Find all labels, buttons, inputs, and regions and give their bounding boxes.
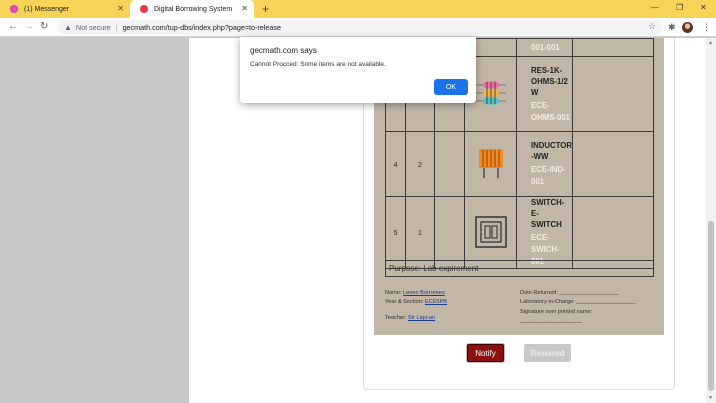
warning-icon: ▲ [64, 23, 72, 32]
item-code: 001-001 [531, 42, 560, 52]
address-bar[interactable]: ▲ Not secure | gecmath.com/tup-dbs/index… [58, 20, 662, 35]
item-name: SWITCH-E- [531, 198, 565, 218]
back-icon[interactable]: ← [8, 20, 18, 34]
signature-line: ____________________ [520, 318, 583, 324]
avatar[interactable] [682, 22, 693, 33]
dialog-message: Cannot Procced: Some items are not avail… [250, 61, 386, 68]
scroll-down-icon[interactable]: ▼ [708, 395, 713, 401]
window-close-icon[interactable]: ✕ [700, 2, 707, 14]
item-code: 001 [531, 177, 545, 186]
forward-icon[interactable]: → [24, 20, 34, 34]
item-name: INDUCTOR [531, 141, 573, 150]
resistor-icon [475, 81, 506, 105]
restore-icon[interactable]: ❐ [676, 2, 683, 14]
table-row: 4 2 INDUCTOR -WW ECE-IND- 001 [385, 131, 654, 197]
item-code: ECE- [531, 100, 550, 110]
dialog-title: gecmath.com says [250, 46, 317, 55]
item-name: W [531, 87, 539, 97]
divider: | [115, 23, 118, 32]
item-name: OHMS-1/2 [531, 76, 568, 86]
scrollbar[interactable]: ▲ ▼ [706, 38, 716, 403]
item-name: SWITCH [531, 220, 562, 229]
minimize-icon[interactable]: — [651, 2, 659, 14]
date-returned-field: Date Returned: ___________________ [520, 290, 619, 296]
notify-button[interactable]: Notify [467, 344, 504, 362]
teacher-name: Sir Lapi-an [408, 315, 436, 321]
tab-strip: (1) Messenger ✕ Digital Borrowing System… [0, 0, 716, 18]
switch-icon [474, 215, 507, 248]
item-number: 5 [385, 196, 406, 269]
year-section: ECE5PB [424, 299, 447, 305]
item-code: ECE-IND- [531, 165, 566, 174]
scroll-thumb[interactable] [708, 221, 714, 391]
scroll-up-icon[interactable]: ▲ [708, 40, 713, 46]
table-row: 5 1 SWITCH-E- SWITCH ECE- SWICH-001 [385, 196, 654, 269]
browser-toolbar: ← → ↻ ▲ Not secure | gecmath.com/tup-dbs… [0, 18, 716, 37]
item-name: -WW [531, 152, 549, 161]
item-quantity: 2 [405, 131, 435, 197]
bookmark-star-icon[interactable]: ☆ [648, 21, 656, 32]
teacher-label: Teacher: [385, 315, 407, 321]
item-number: 4 [385, 131, 406, 197]
url-text: gecmath.com/tup-dbs/index.php?page=to-re… [122, 23, 281, 32]
close-icon[interactable]: ✕ [117, 4, 124, 14]
item-quantity: 1 [405, 196, 435, 269]
tab-title: (1) Messenger [24, 5, 70, 13]
tab-messenger[interactable]: (1) Messenger ✕ [0, 0, 130, 18]
close-icon[interactable]: ✕ [241, 4, 248, 14]
tab-digital-borrowing[interactable]: Digital Borrowing System ✕ [130, 0, 254, 18]
item-name: RES-1K- [531, 65, 563, 75]
security-label: Not secure [75, 23, 111, 32]
tab-title: Digital Borrowing System [154, 5, 233, 13]
messenger-icon [10, 5, 18, 13]
borrower-name: Lenen Borromeo [403, 290, 445, 296]
item-code: ECE- [531, 233, 550, 242]
site-icon [140, 5, 148, 13]
reload-icon[interactable]: ↻ [40, 20, 48, 34]
year-section-line: Year & Section: ECE5PB [385, 299, 447, 306]
teacher-line: Teacher: Sir Lapi-an [385, 315, 435, 322]
item-code: OHMS-001 [531, 112, 570, 122]
lab-in-charge-field: Laboratory-in-Charge: __________________… [520, 299, 636, 305]
year-section-label: Year & Section: [385, 299, 424, 305]
menu-icon[interactable]: ⋮ [702, 21, 711, 33]
extensions-icon[interactable]: ✱ [668, 21, 676, 33]
purpose-text: Purpose: Lab expirement [385, 260, 654, 277]
inductor-icon [478, 149, 503, 178]
new-tab-icon[interactable]: + [262, 2, 269, 16]
ok-button[interactable]: OK [434, 79, 468, 95]
signature-label: Signature over printed name: [520, 309, 593, 315]
borrower-name-line: Name: Lenen Borromeo [385, 290, 445, 297]
released-button[interactable]: Released [524, 344, 571, 362]
alert-dialog: gecmath.com says Cannot Procced: Some it… [240, 37, 476, 103]
name-label: Name: [385, 290, 402, 296]
